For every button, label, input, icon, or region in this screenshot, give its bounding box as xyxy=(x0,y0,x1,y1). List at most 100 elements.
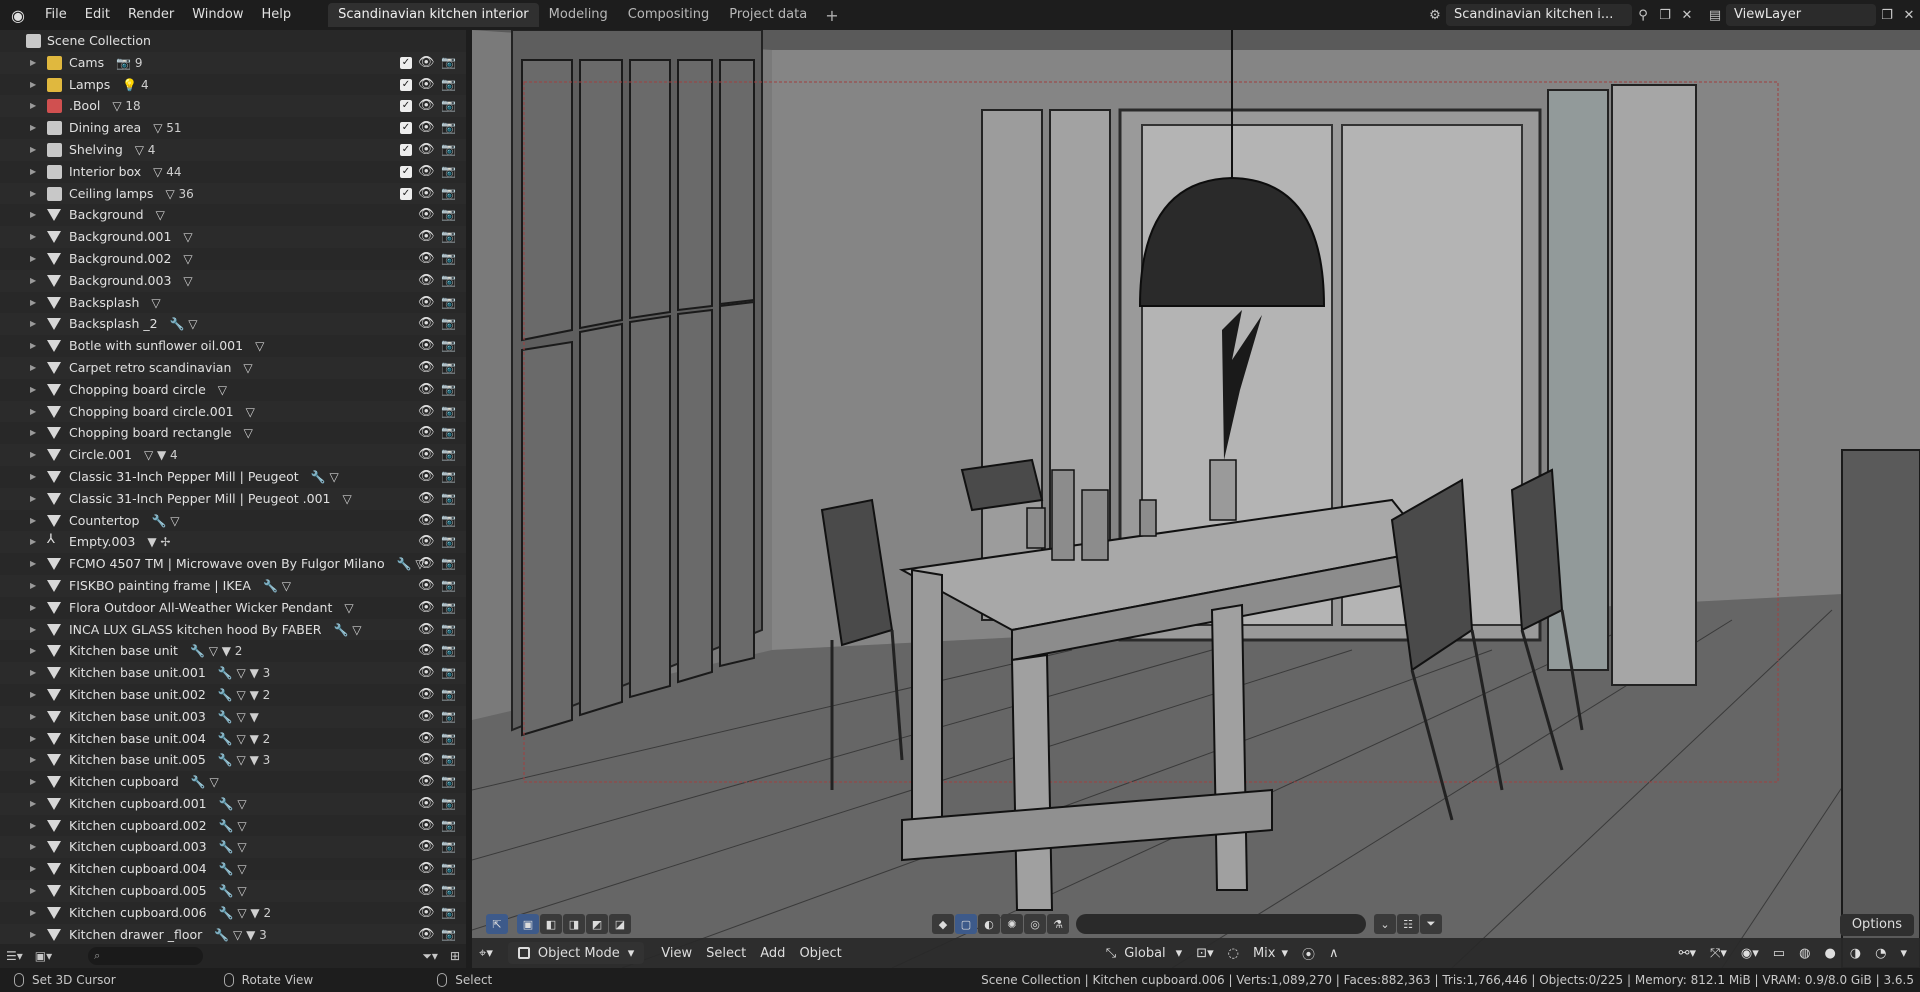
render-camera-icon[interactable]: 📷 xyxy=(441,226,456,248)
item-data-icons[interactable]: 🔧 ▽ ▼ xyxy=(218,707,259,729)
visibility-eye-icon[interactable]: 👁 xyxy=(418,226,435,248)
render-camera-icon[interactable]: 📷 xyxy=(441,771,456,793)
item-data-icons[interactable]: 💡 4 xyxy=(122,75,148,97)
expand-arrow-icon[interactable]: ▶ xyxy=(30,161,36,183)
curve-filter-icon[interactable]: ◐ xyxy=(978,914,1000,934)
outliner-row[interactable]: ▶ Kitchen base unit.003 🔧 ▽ ▼ 👁 📷 xyxy=(0,705,466,729)
visibility-eye-icon[interactable]: 👁 xyxy=(418,117,435,139)
render-camera-icon[interactable]: 📷 xyxy=(441,597,456,619)
snap-mode-dropdown[interactable]: Mix ▾ xyxy=(1246,942,1295,964)
outliner-row[interactable]: ▶ Botle with sunflower oil.001 ▽ 👁 📷 xyxy=(0,335,466,357)
outliner-row[interactable]: ▶ INCA LUX GLASS kitchen hood By FABER 🔧 ▽… xyxy=(0,618,466,641)
exclude-checkbox[interactable]: ✓ xyxy=(400,56,412,69)
item-data-icons[interactable]: 🔧 ▽ ▼ 3 xyxy=(218,663,270,685)
render-camera-icon[interactable]: 📷 xyxy=(441,379,456,401)
visibility-eye-icon[interactable]: 👁 xyxy=(418,575,435,597)
exclude-checkbox[interactable]: ✓ xyxy=(400,78,412,91)
menu-window[interactable]: Window xyxy=(183,0,252,30)
visibility-eye-icon[interactable]: 👁 xyxy=(418,139,435,161)
visibility-eye-icon[interactable]: 👁 xyxy=(418,815,435,837)
visibility-eye-icon[interactable]: 👁 xyxy=(418,74,435,96)
visibility-eye-icon[interactable]: 👁 xyxy=(418,640,435,662)
visibility-eye-icon[interactable]: 👁 xyxy=(418,553,435,575)
expand-arrow-icon[interactable]: ▶ xyxy=(30,74,36,96)
menu-object[interactable]: Object xyxy=(792,942,848,964)
outliner-search-input[interactable]: ⌕ xyxy=(88,947,204,965)
select-box-subtract-icon[interactable]: ◨ xyxy=(563,914,585,934)
layout-icon[interactable]: ☷ xyxy=(1397,914,1419,934)
visibility-eye-icon[interactable]: 👁 xyxy=(418,531,435,553)
render-camera-icon[interactable]: 📷 xyxy=(441,52,456,74)
outliner-row[interactable]: ▶ Flora Outdoor All-Weather Wicker Pendan… xyxy=(0,597,466,619)
item-data-icons[interactable]: ▼ ✢ xyxy=(147,532,170,554)
item-data-icons[interactable]: 🔧 ▽ xyxy=(170,314,198,336)
item-data-icons[interactable]: 🔧 ▽ xyxy=(311,467,339,489)
proportional-editing-icon[interactable]: ⦿ xyxy=(1295,942,1322,964)
overlays-icon[interactable]: ◉▾ xyxy=(1734,942,1766,964)
item-data-icons[interactable]: 🔧 ▽ xyxy=(191,772,219,794)
outliner-row[interactable]: ▶ Shelving ▽ 4 ✓ 👁 📷 xyxy=(0,138,466,161)
outliner-row[interactable]: ▶ Kitchen base unit.001 🔧 ▽ ▼ 3 👁 📷 xyxy=(0,662,466,684)
visibility-eye-icon[interactable]: 👁 xyxy=(418,510,435,532)
expand-arrow-icon[interactable]: ▶ xyxy=(30,313,36,335)
item-data-icons[interactable]: ▽ xyxy=(244,423,253,445)
render-camera-icon[interactable]: 📷 xyxy=(441,510,456,532)
item-data-icons[interactable]: ▽ xyxy=(183,271,192,293)
render-camera-icon[interactable]: 📷 xyxy=(441,728,456,750)
expand-arrow-icon[interactable]: ▶ xyxy=(30,95,36,117)
wireframe-shading-icon[interactable]: ◍ xyxy=(1792,942,1817,964)
item-data-icons[interactable]: ▽ xyxy=(343,489,352,511)
delete-scene-icon[interactable]: ✕ xyxy=(1676,4,1698,26)
viewport-search-input[interactable] xyxy=(1076,914,1366,934)
render-camera-icon[interactable]: 📷 xyxy=(441,335,456,357)
collapse-icon[interactable]: ⌄ xyxy=(1374,914,1396,934)
expand-arrow-icon[interactable]: ▶ xyxy=(30,749,36,771)
visibility-eye-icon[interactable]: 👁 xyxy=(418,313,435,335)
outliner-row[interactable]: ▶ Dining area ▽ 51 ✓ 👁 📷 xyxy=(0,117,466,139)
expand-arrow-icon[interactable]: ▶ xyxy=(30,553,36,575)
expand-arrow-icon[interactable]: ▶ xyxy=(30,357,36,379)
menu-edit[interactable]: Edit xyxy=(76,0,119,30)
render-camera-icon[interactable]: 📷 xyxy=(441,488,456,510)
expand-arrow-icon[interactable]: ▶ xyxy=(30,226,36,248)
render-camera-icon[interactable]: 📷 xyxy=(441,815,456,837)
render-camera-icon[interactable]: 📷 xyxy=(441,793,456,815)
exclude-checkbox[interactable]: ✓ xyxy=(400,187,412,200)
outliner-row[interactable]: ▶ FCMO 4507 TM | Microwave oven By Fulgor… xyxy=(0,553,466,575)
visibility-eye-icon[interactable]: 👁 xyxy=(418,858,435,880)
menu-help[interactable]: Help xyxy=(253,0,301,30)
visibility-eye-icon[interactable]: 👁 xyxy=(418,619,435,641)
new-scene-icon[interactable]: ❐ xyxy=(1654,4,1676,26)
select-box-extend-icon[interactable]: ◧ xyxy=(540,914,562,934)
visibility-eye-icon[interactable]: 👁 xyxy=(418,749,435,771)
add-workspace-button[interactable]: + xyxy=(817,6,846,25)
outliner-row[interactable]: ▶ ⅄ Empty.003 ▼ ✢ 👁 📷 xyxy=(0,531,466,554)
visibility-eye-icon[interactable]: 👁 xyxy=(418,880,435,902)
expand-arrow-icon[interactable]: ▶ xyxy=(30,52,36,74)
expand-arrow-icon[interactable]: ▶ xyxy=(30,117,36,139)
outliner-row[interactable]: ▶ Kitchen drawer _floor 🔧 ▽ ▼ 3 👁 📷 xyxy=(0,923,466,946)
outliner-row[interactable]: ▶ Backsplash ▽ 👁 📷 xyxy=(0,292,466,314)
tab-compositing[interactable]: Compositing xyxy=(618,3,720,27)
visibility-eye-icon[interactable]: 👁 xyxy=(418,662,435,684)
render-camera-icon[interactable]: 📷 xyxy=(441,640,456,662)
outliner-row[interactable]: ▶ Kitchen base unit.005 🔧 ▽ ▼ 3 👁 📷 xyxy=(0,749,466,772)
visibility-eye-icon[interactable]: 👁 xyxy=(418,422,435,444)
outliner-row[interactable]: ▶ Kitchen cupboard.005 🔧 ▽ 👁 📷 xyxy=(0,880,466,902)
display-mode-icon[interactable]: ▣▾ xyxy=(29,946,58,966)
outliner-row[interactable]: ▶ Lamps 💡 4 ✓ 👁 📷 xyxy=(0,74,466,96)
expand-arrow-icon[interactable]: ▶ xyxy=(30,684,36,706)
new-view-layer-icon[interactable]: ❐ xyxy=(1876,4,1898,26)
expand-arrow-icon[interactable]: ▶ xyxy=(30,902,36,924)
render-camera-icon[interactable]: 📷 xyxy=(441,444,456,466)
shading-options-icon[interactable]: ▾ xyxy=(1893,942,1914,964)
render-camera-icon[interactable]: 📷 xyxy=(441,531,456,553)
expand-arrow-icon[interactable]: ▶ xyxy=(30,488,36,510)
visibility-eye-icon[interactable]: 👁 xyxy=(418,597,435,619)
outliner-row[interactable]: ▶ Kitchen cupboard.002 🔧 ▽ 👁 📷 xyxy=(0,815,466,837)
expand-arrow-icon[interactable]: ▶ xyxy=(30,836,36,858)
render-camera-icon[interactable]: 📷 xyxy=(441,292,456,314)
select-tool-icon[interactable]: ⇱ xyxy=(486,914,508,934)
expand-arrow-icon[interactable]: ▶ xyxy=(30,640,36,662)
editor-type-button[interactable]: ⌖▾ xyxy=(472,942,500,964)
